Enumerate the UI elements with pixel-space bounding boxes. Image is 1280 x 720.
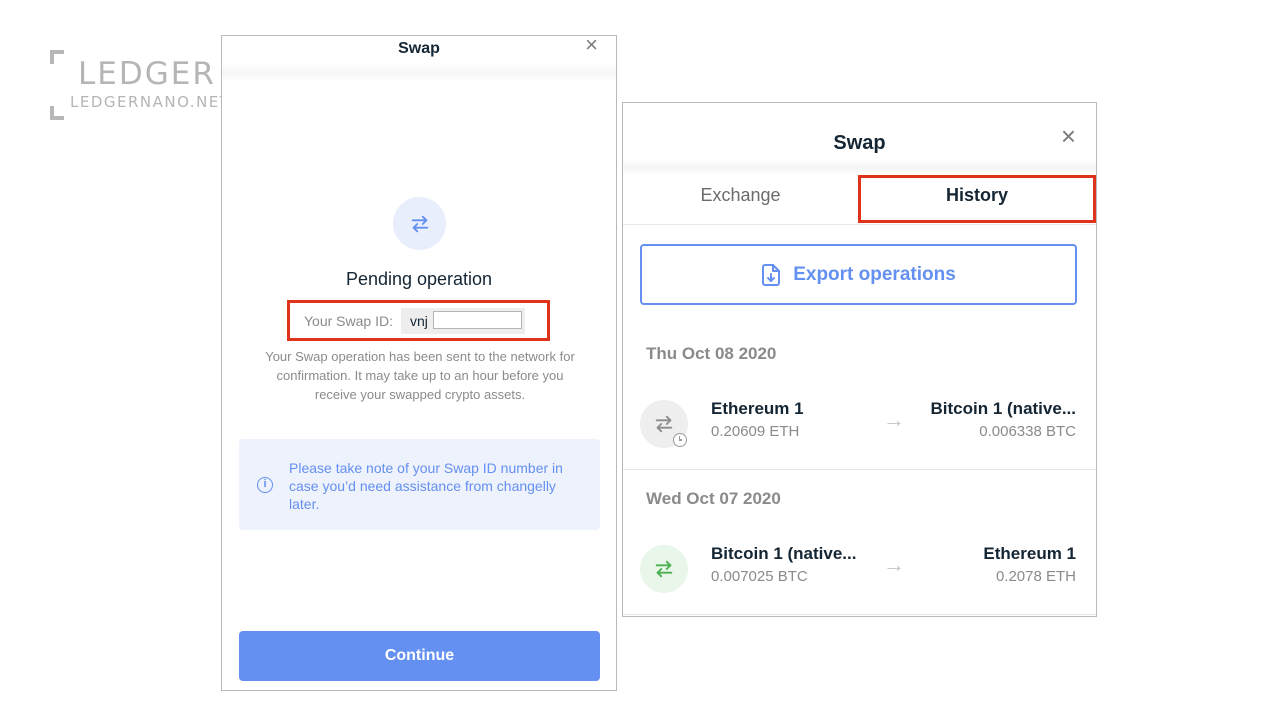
tab-exchange[interactable]: Exchange xyxy=(623,175,858,225)
swap-id-label: Your Swap ID: xyxy=(304,312,393,329)
date-header: Thu Oct 08 2020 xyxy=(646,344,777,363)
ledger-watermark: LEDGER LEDGERNANO.NET xyxy=(50,50,236,120)
info-banner: i Please take note of your Swap ID numbe… xyxy=(239,439,600,530)
to-currency: Ethereum 1 xyxy=(983,544,1076,563)
watermark-brand: LEDGER xyxy=(78,56,216,92)
swap-arrows-icon xyxy=(393,197,446,250)
from-currency: Bitcoin 1 (native... xyxy=(711,544,857,563)
swap-pending-icon xyxy=(640,400,688,448)
info-icon: i xyxy=(257,477,273,493)
arrow-right-icon: → xyxy=(883,407,905,432)
from-amount: 0.007025 BTC xyxy=(711,568,808,585)
swap-finished-icon xyxy=(640,545,688,593)
tab-history[interactable]: History xyxy=(858,175,1096,223)
to-currency: Bitcoin 1 (native... xyxy=(930,399,1076,418)
tabs-divider xyxy=(623,224,1096,225)
row-divider xyxy=(623,614,1096,615)
close-icon[interactable]: × xyxy=(1061,121,1076,152)
operation-row[interactable]: Bitcoin 1 (native... 0.007025 BTC → Ethe… xyxy=(623,532,1096,604)
pending-operation-heading: Pending operation xyxy=(345,269,493,289)
to-amount: 0.006338 BTC xyxy=(979,423,1076,440)
header-divider xyxy=(222,64,616,82)
swap-id-value: vnj xyxy=(409,312,428,329)
swap-pending-modal: Swap × Pending operation Your Swap ID: v… xyxy=(221,32,617,691)
swap-history-modal: Swap × Exchange History Export operation… xyxy=(622,102,1097,617)
to-amount: 0.2078 ETH xyxy=(995,568,1076,585)
watermark-site: LEDGERNANO.NET xyxy=(70,93,231,111)
info-text: Please take note of your Swap ID number … xyxy=(289,460,563,512)
operation-row[interactable]: Ethereum 1 0.20609 ETH → Bitcoin 1 (nati… xyxy=(623,387,1096,459)
swap-id-highlight: Your Swap ID: vnj xyxy=(287,300,550,341)
swap-id-field[interactable]: vnj xyxy=(400,307,525,334)
from-amount: 0.20609 ETH xyxy=(711,423,800,440)
from-currency: Ethereum 1 xyxy=(711,399,804,418)
modal-title: Swap xyxy=(398,40,440,57)
export-operations-label: Export operations xyxy=(793,263,956,285)
export-operations-button[interactable]: Export operations xyxy=(640,244,1077,305)
watermark-bracket xyxy=(50,50,64,64)
date-header: Wed Oct 07 2020 xyxy=(646,489,781,508)
arrow-right-icon: → xyxy=(883,552,905,577)
swap-id-redaction xyxy=(432,310,522,329)
continue-button[interactable]: Continue xyxy=(239,631,600,681)
watermark-bracket xyxy=(50,106,64,120)
close-icon[interactable]: × xyxy=(585,32,598,58)
clock-icon xyxy=(673,433,687,447)
header-divider xyxy=(623,159,1096,175)
row-divider xyxy=(623,469,1096,470)
pending-description: Your Swap operation has been sent to the… xyxy=(265,349,575,402)
export-file-icon xyxy=(762,263,781,286)
modal-title: Swap xyxy=(833,132,886,154)
